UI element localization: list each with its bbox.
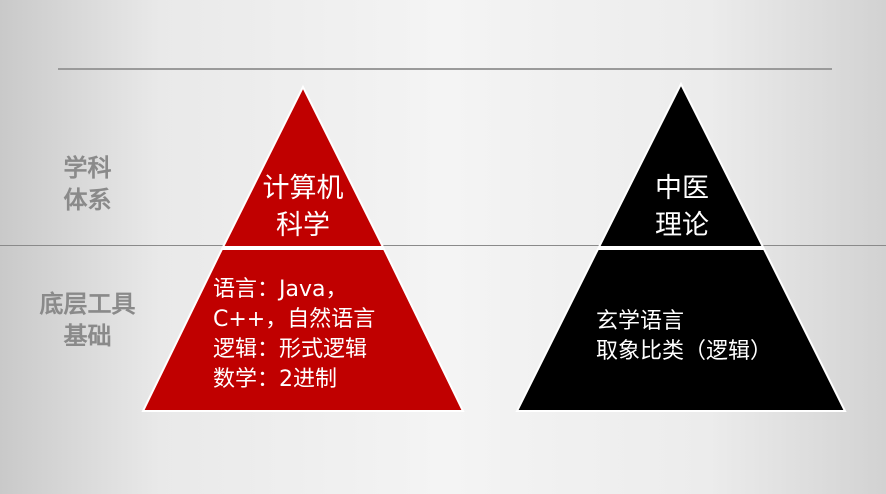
left-base-text: 语言：Java， C++，自然语言 逻辑：形式逻辑 数学：2进制 [213,277,376,392]
pyramid-diagram [141,81,847,412]
left-apex-text: 计算机 科学 [262,173,344,241]
right-apex-text: 中医 理论 [655,173,709,241]
right-base-text: 玄学语言 取象比类（逻辑） [596,309,773,364]
